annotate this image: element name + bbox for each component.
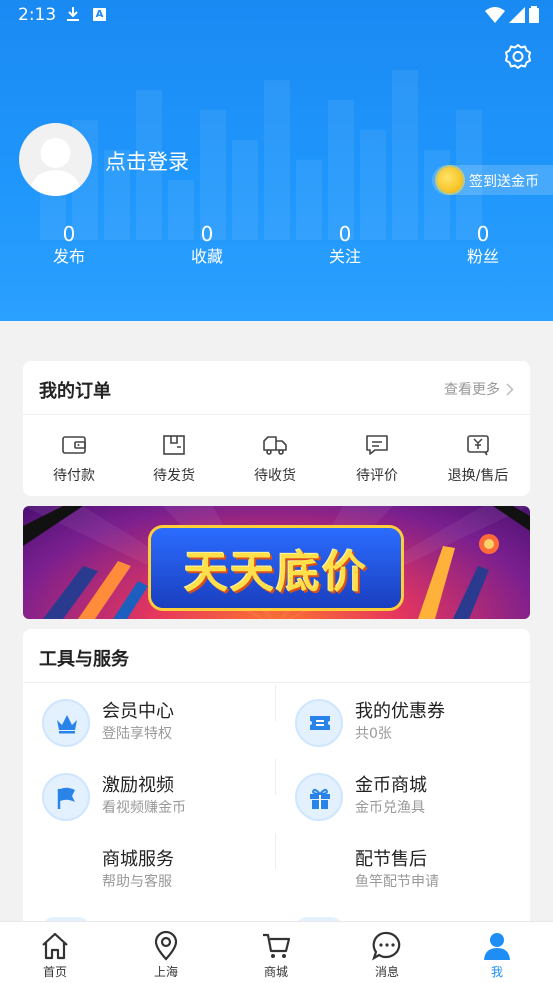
- tools-title: 工具与服务: [39, 649, 129, 670]
- cart-icon: [260, 930, 292, 962]
- divider: [23, 682, 530, 683]
- coupon-icon: [295, 699, 343, 747]
- tool-title: 会员中心: [102, 701, 174, 722]
- tool-subtitle: 共0张: [355, 726, 392, 742]
- tool-parts-aftersales[interactable]: 配节售后 鱼竿配节申请: [295, 843, 535, 903]
- box-icon: [161, 433, 187, 457]
- tool-incentive-video[interactable]: 激励视频 看视频赚金币: [42, 769, 282, 829]
- nav-label: 首页: [42, 965, 67, 979]
- wallet-icon: [61, 433, 87, 457]
- nav-label: 消息: [374, 965, 399, 979]
- tools-card: 工具与服务 会员中心 登陆享特权 我的优惠券 共0张 激励视频 看视频赚金币 金…: [23, 629, 530, 929]
- comment-icon: [364, 433, 390, 457]
- settings-gear-icon[interactable]: [504, 43, 532, 71]
- order-label: 待评价: [356, 468, 398, 484]
- nav-label: 上海: [153, 965, 178, 979]
- profile-stats: 0 发布 0 收藏 0 关注 0 粉丝: [0, 222, 553, 272]
- stat-following[interactable]: 0 关注: [295, 222, 395, 268]
- order-pending-shipment[interactable]: 待发货: [129, 433, 219, 485]
- banner-title: 天天底价: [184, 547, 368, 598]
- tool-title: 激励视频: [102, 775, 174, 796]
- stat-label: 发布: [52, 247, 85, 266]
- tool-my-coupons[interactable]: 我的优惠券 共0张: [295, 695, 535, 755]
- checkin-button[interactable]: 签到送金币: [432, 165, 553, 195]
- checkin-label: 签到送金币: [469, 174, 539, 190]
- tool-mall-service[interactable]: 商城服务 帮助与客服: [42, 843, 282, 903]
- tool-subtitle: 帮助与客服: [102, 874, 172, 890]
- bottom-nav: 首页 上海 商城 消息 我: [0, 921, 553, 983]
- order-label: 待发货: [153, 468, 195, 484]
- truck-icon: [262, 433, 288, 457]
- order-pending-receipt[interactable]: 待收货: [230, 433, 320, 485]
- status-indicators: [485, 6, 539, 23]
- chevron-right-icon: [506, 382, 514, 396]
- order-label: 待付款: [53, 468, 95, 484]
- user-icon: [481, 930, 513, 962]
- order-label: 退换/售后: [447, 468, 509, 484]
- tool-subtitle: 金币兑渔具: [355, 800, 425, 816]
- home-icon: [39, 930, 71, 962]
- tool-title: 我的优惠券: [355, 701, 445, 722]
- tool-title: 配节售后: [355, 849, 427, 870]
- stat-posts[interactable]: 0 发布: [19, 222, 119, 268]
- order-pending-review[interactable]: 待评价: [332, 433, 422, 485]
- tool-title: 金币商城: [355, 775, 427, 796]
- stat-fans[interactable]: 0 粉丝: [433, 222, 533, 268]
- stat-value: 0: [200, 222, 214, 246]
- nav-home[interactable]: 首页: [15, 930, 95, 980]
- download-icon: [66, 6, 80, 26]
- tool-subtitle: 登陆享特权: [102, 726, 172, 742]
- order-refund[interactable]: 退换/售后: [433, 433, 523, 485]
- login-link[interactable]: 点击登录: [105, 146, 189, 176]
- tool-subtitle: 鱼竿配节申请: [355, 874, 439, 890]
- nav-messages[interactable]: 消息: [347, 930, 427, 980]
- wifi-icon: [485, 6, 505, 23]
- stat-favorites[interactable]: 0 收藏: [157, 222, 257, 268]
- gift-icon: [295, 773, 343, 821]
- stat-label: 粉丝: [466, 247, 499, 266]
- tool-subtitle: 看视频赚金币: [102, 800, 186, 816]
- signal-icon: [509, 6, 525, 23]
- order-pending-payment[interactable]: 待付款: [29, 433, 119, 485]
- divider: [23, 414, 530, 415]
- notification-a-icon: A: [93, 8, 106, 21]
- status-bar: 2:13 A: [0, 0, 553, 32]
- stat-value: 0: [62, 222, 76, 246]
- nav-label: 我: [490, 965, 503, 979]
- stat-label: 关注: [328, 247, 361, 266]
- tool-member-center[interactable]: 会员中心 登陆享特权: [42, 695, 282, 755]
- view-more-link[interactable]: 查看更多: [444, 379, 514, 399]
- stat-value: 0: [338, 222, 352, 246]
- orders-title: 我的订单: [39, 381, 111, 402]
- order-label: 待收货: [254, 468, 296, 484]
- nav-location[interactable]: 上海: [126, 930, 206, 980]
- promo-banner[interactable]: 天天底价: [23, 506, 530, 619]
- battery-icon: [529, 6, 539, 23]
- crown-icon: [42, 699, 90, 747]
- stat-label: 收藏: [190, 247, 223, 266]
- nav-mall[interactable]: 商城: [236, 930, 316, 980]
- view-more-label: 查看更多: [444, 382, 500, 398]
- orders-card: 我的订单 查看更多 待付款 待发货 待收货 待评价 退换/售后: [23, 361, 530, 496]
- nav-me[interactable]: 我: [457, 930, 537, 980]
- status-time: 2:13: [18, 5, 57, 25]
- location-icon: [150, 930, 182, 962]
- refund-icon: [465, 433, 491, 457]
- nav-label: 商城: [263, 965, 288, 979]
- profile-header: 2:13 A 点击登录 签到送金币 0 发布 0 收藏 0 关注 0 粉丝: [0, 0, 553, 321]
- gold-coin-icon: [437, 167, 463, 193]
- avatar[interactable]: [19, 123, 92, 196]
- tool-coin-mall[interactable]: 金币商城 金币兑渔具: [295, 769, 535, 829]
- message-icon: [371, 930, 403, 962]
- flag-icon: [42, 773, 90, 821]
- tool-title: 商城服务: [102, 849, 174, 870]
- stat-value: 0: [476, 222, 490, 246]
